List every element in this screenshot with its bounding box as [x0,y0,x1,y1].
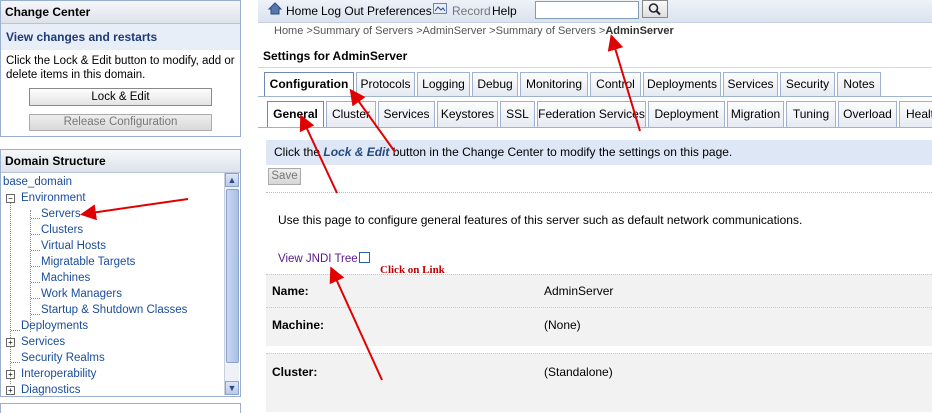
domain-tree: base_domain − Environment Servers Cluste… [1,174,225,396]
tree-connector [31,250,40,251]
breadcrumb-current: AdminServer [605,25,674,37]
general-settings-content: Click the Lock & Edit button in the Chan… [266,130,932,412]
subtab-federation-services[interactable]: Federation Services [537,101,646,127]
tree-connector [31,314,40,315]
expand-icon[interactable]: + [6,386,15,395]
scroll-thumb[interactable] [226,189,239,363]
tree-item-migratable-targets[interactable]: Migratable Targets [41,254,135,270]
tree-item-clusters[interactable]: Clusters [41,222,83,238]
field-row-name: Name: AdminServer [266,274,932,307]
breadcrumb: Home >Summary of Servers >AdminServer >S… [274,25,674,37]
tab-protocols[interactable]: Protocols [356,72,415,96]
tree-item-work-managers[interactable]: Work Managers [41,286,122,302]
subtab-tuning[interactable]: Tuning [786,101,836,127]
tree-connector [31,266,40,267]
help-link[interactable]: Help [492,3,517,19]
field-row-cluster: Cluster: (Standalone) [266,353,932,412]
info-text-post: button in the Change Center to modify th… [389,145,733,159]
change-center-panel: Change Center View changes and restarts … [0,0,241,137]
change-center-text: Click the Lock & Edit button to modify, … [6,55,235,81]
tree-connector [11,362,20,363]
expand-icon[interactable]: + [6,338,15,347]
page-title: Settings for AdminServer [258,44,932,68]
tree-item-machines[interactable]: Machines [41,270,90,286]
view-jndi-tree-link[interactable]: View JNDI Tree [278,253,358,265]
domain-structure-title: Domain Structure [1,150,240,173]
record-link[interactable]: Record [452,3,491,19]
search-icon [648,3,661,16]
tab-services[interactable]: Services [723,72,778,96]
subtab-divider [258,127,932,128]
subtab-general[interactable]: General [267,101,324,127]
scroll-up-icon[interactable]: ▲ [225,173,239,187]
field-value: (Standalone) [544,365,613,379]
release-configuration-button[interactable]: Release Configuration [29,114,212,131]
info-text-pre: Click the [274,145,324,159]
breadcrumb-path[interactable]: Home >Summary of Servers >AdminServer >S… [274,25,605,37]
field-value: (None) [544,318,581,332]
tree-scrollbar[interactable]: ▲ ▼ [224,173,239,395]
tree-item-startup-shutdown-classes[interactable]: Startup & Shutdown Classes [41,302,187,318]
tree-connector [31,282,40,283]
subtab-cluster[interactable]: Cluster [326,101,376,127]
field-row-machine: Machine: (None) [266,307,932,346]
tree-item-servers[interactable]: Servers [41,206,81,222]
tree-item-base-domain[interactable]: base_domain [3,174,72,190]
home-icon [268,2,282,15]
logout-link[interactable]: Log Out [321,3,364,19]
preferences-link[interactable]: Preferences [367,3,432,19]
subtab-services[interactable]: Services [378,101,435,127]
domain-structure-panel: Domain Structure base_domain − Environme… [0,149,241,397]
external-link-icon[interactable] [359,252,370,263]
tree-item-interoperability[interactable]: Interoperability [21,366,96,382]
tree-item-environment[interactable]: Environment [21,190,86,206]
tree-item-diagnostics[interactable]: Diagnostics [21,382,80,396]
field-label: Machine: [272,318,325,332]
tree-connector [11,330,20,331]
collapse-icon[interactable]: − [6,194,15,203]
tree-connector [31,234,40,235]
subtab-health[interactable]: Healt [899,101,932,127]
tab-divider [258,96,932,97]
tab-deployments[interactable]: Deployments [643,72,721,96]
tab-configuration[interactable]: Configuration [264,72,354,96]
expand-icon[interactable]: + [6,370,15,379]
scroll-down-icon[interactable]: ▼ [225,381,239,395]
lock-edit-button[interactable]: Lock & Edit [29,88,212,106]
view-changes-link[interactable]: View changes and restarts [1,24,240,50]
info-message: Click the Lock & Edit button in the Chan… [266,140,932,165]
field-label: Cluster: [272,365,318,379]
subtab-keystores[interactable]: Keystores [437,101,498,127]
save-button[interactable]: Save [268,168,301,185]
tree-item-deployments[interactable]: Deployments [21,318,88,334]
tree-connector [31,218,40,219]
subtab-overload[interactable]: Overload [838,101,897,127]
top-navigation: Home Log Out Preferences Record Help [258,0,932,23]
tree-item-virtual-hosts[interactable]: Virtual Hosts [41,238,106,254]
tab-monitoring[interactable]: Monitoring [520,72,588,96]
tab-control[interactable]: Control [590,72,641,96]
home-link[interactable]: Home [286,3,318,19]
page-description: Use this page to configure general featu… [278,213,803,227]
tab-logging[interactable]: Logging [417,72,470,96]
tree-item-security-realms[interactable]: Security Realms [21,350,105,366]
subtab-ssl[interactable]: SSL [500,101,535,127]
subtab-migration[interactable]: Migration [727,101,784,127]
next-panel-edge [0,403,241,413]
divider [266,192,932,193]
change-center-title: Change Center [1,1,240,24]
info-text-em: Lock & Edit [323,145,390,159]
search-input[interactable] [535,1,639,19]
tab-debug[interactable]: Debug [472,72,518,96]
field-label: Name: [272,284,309,298]
tree-connector [31,298,40,299]
subtab-deployment[interactable]: Deployment [648,101,725,127]
tab-notes[interactable]: Notes [837,72,881,96]
tree-item-services[interactable]: Services [21,334,65,350]
search-button[interactable] [642,0,668,18]
record-icon [433,3,447,14]
tree-connector [10,198,11,384]
field-value: AdminServer [544,284,614,298]
tab-security[interactable]: Security [780,72,835,96]
